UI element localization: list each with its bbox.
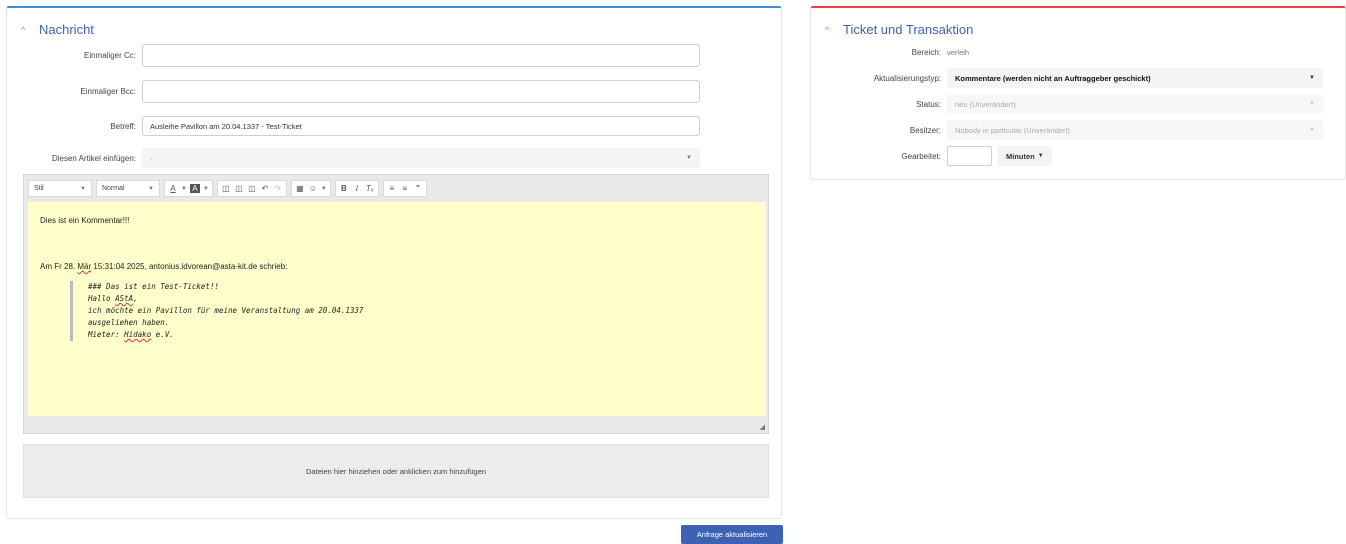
owner-label: Besitzer:: [909, 125, 941, 135]
bulleted-list-icon[interactable]: ≡: [400, 184, 410, 193]
format-combo[interactable]: Normal ▼: [96, 180, 160, 197]
remove-format-icon[interactable]: Tₓ: [365, 184, 375, 193]
time-unit-label: Minuten: [1006, 151, 1035, 161]
resize-handle-icon[interactable]: ◢: [760, 423, 765, 431]
editor-content[interactable]: Dies ist ein Kommentar!!! Am Fr 28. Mär …: [28, 202, 766, 416]
subject-row: Betreff: Ausleihe Pavillon am 20.04.1337…: [7, 116, 700, 136]
numbered-list-icon[interactable]: ≡: [387, 184, 397, 193]
bcc-input[interactable]: [142, 80, 700, 103]
chevron-down-icon: ▼: [686, 155, 692, 161]
style-combo-label: Stil: [34, 185, 44, 192]
message-panel-title: Nachricht: [39, 22, 94, 37]
update-type-value: Kommentare (werden nicht an Auftraggeber…: [955, 73, 1151, 83]
quoted-text: ### Das ist ein Test-Ticket!! Hallo AStA…: [70, 281, 754, 341]
ticket-panel-title: Ticket und Transaktion: [843, 22, 974, 37]
insert-article-label: Diesen Artikel einfügen:: [51, 153, 136, 163]
text-color-icon[interactable]: A: [168, 184, 178, 193]
insert-article-select[interactable]: - ▼: [142, 148, 700, 168]
bereich-value: verleih: [947, 48, 970, 57]
table-icon[interactable]: ▦: [295, 184, 305, 193]
subject-label: Betreff:: [110, 121, 136, 131]
chevron-down-icon: ▼: [80, 185, 86, 192]
owner-value: Nobody in particular (Unverändert): [955, 125, 1071, 135]
collapse-icon[interactable]: ^: [825, 25, 835, 35]
chevron-down-icon: ▼: [1309, 127, 1315, 133]
italic-icon[interactable]: I: [352, 184, 362, 193]
message-panel-header[interactable]: ^ Nachricht: [21, 22, 94, 37]
worked-label: Gearbeitet:: [901, 151, 941, 161]
blockquote-icon[interactable]: ”: [413, 184, 423, 193]
insert-article-row: Diesen Artikel einfügen: - ▼: [7, 148, 700, 168]
bereich-label: Bereich:: [911, 48, 941, 57]
update-request-button[interactable]: Anfrage aktualisieren: [681, 525, 783, 544]
insert-group: ▦ ☺ ▼: [290, 180, 331, 197]
rich-text-editor: Stil ▼ Normal ▼ A ▼ A ▼ ◫ ◫ ◫ ↶ ↷ ▦ ☺ ▼ …: [23, 174, 769, 434]
status-value: neu (Unverändert): [955, 99, 1016, 109]
chevron-down-icon[interactable]: ▼: [181, 186, 187, 192]
update-type-row: Aktualisierungstyp: Kommentare (werden n…: [811, 68, 1323, 88]
editor-toolbar: Stil ▼ Normal ▼ A ▼ A ▼ ◫ ◫ ◫ ↶ ↷ ▦ ☺ ▼ …: [24, 175, 768, 202]
paste-text-icon[interactable]: ◫: [234, 184, 244, 193]
quote-line: ich möchte ein Pavillon für meine Verans…: [88, 306, 364, 327]
chevron-down-icon: ▼: [148, 185, 154, 192]
update-type-select[interactable]: Kommentare (werden nicht an Auftraggeber…: [947, 68, 1323, 88]
subject-input[interactable]: Ausleihe Pavillon am 20.04.1337 - Test-T…: [142, 116, 700, 136]
collapse-icon[interactable]: ^: [21, 25, 31, 35]
format-combo-label: Normal: [102, 185, 125, 192]
comment-line: Dies ist ein Kommentar!!!: [40, 216, 130, 225]
worked-time-input[interactable]: [947, 146, 992, 166]
reply-header: Am Fr 28. Mär 15:31:04 2025, antonius.id…: [40, 262, 288, 271]
emoji-icon[interactable]: ☺: [308, 184, 318, 193]
owner-select[interactable]: Nobody in particular (Unverändert) ▼: [947, 120, 1323, 140]
clipboard-group: ◫ ◫ ◫ ↶ ↷: [216, 180, 287, 197]
quote-line: ### Das ist ein Test-Ticket!!: [88, 282, 219, 291]
list-group: ≡ ≡ ”: [382, 180, 427, 197]
cc-input[interactable]: [142, 44, 700, 67]
cc-label: Einmaliger Cc:: [83, 51, 136, 60]
chevron-down-icon: ▼: [1037, 153, 1044, 159]
quote-line: Hallo AStA,: [88, 294, 138, 303]
chevron-down-icon[interactable]: ▼: [321, 186, 327, 192]
basic-style-group: B I Tₓ: [334, 180, 379, 197]
insert-article-value: -: [150, 153, 153, 163]
ticket-panel: ^ Ticket und Transaktion Bereich: verlei…: [810, 6, 1346, 180]
owner-row: Besitzer: Nobody in particular (Unveränd…: [811, 120, 1323, 140]
message-panel: ^ Nachricht Einmaliger Cc: Einmaliger Bc…: [6, 6, 782, 519]
paste-icon[interactable]: ◫: [221, 184, 231, 193]
paste-word-icon[interactable]: ◫: [247, 184, 257, 193]
chevron-down-icon: ▼: [1309, 75, 1315, 81]
dropzone-text: Dateien hier hinziehen oder anklicken zu…: [305, 466, 487, 476]
background-color-icon[interactable]: A: [189, 184, 200, 193]
undo-icon[interactable]: ↶: [260, 184, 270, 193]
bold-icon[interactable]: B: [339, 184, 349, 193]
status-label: Status:: [916, 99, 941, 109]
style-combo[interactable]: Stil ▼: [28, 180, 92, 197]
color-group: A ▼ A ▼: [164, 180, 213, 197]
ticket-panel-header[interactable]: ^ Ticket und Transaktion: [825, 22, 973, 37]
status-select[interactable]: neu (Unverändert) ▼: [947, 94, 1323, 114]
quote-line: Mieter: Hidako e.V.: [88, 330, 174, 339]
bcc-row: Einmaliger Bcc:: [7, 80, 700, 103]
bcc-label: Einmaliger Bcc:: [80, 87, 136, 96]
file-dropzone[interactable]: Dateien hier hinziehen oder anklicken zu…: [23, 444, 769, 498]
update-type-label: Aktualisierungstyp:: [873, 73, 941, 83]
redo-icon[interactable]: ↷: [273, 184, 283, 193]
status-row: Status: neu (Unverändert) ▼: [811, 94, 1323, 114]
bereich-row: Bereich: verleih: [811, 48, 969, 57]
worked-row: Gearbeitet: Minuten ▼: [811, 146, 1052, 166]
chevron-down-icon[interactable]: ▼: [203, 186, 209, 192]
time-unit-dropdown[interactable]: Minuten ▼: [998, 146, 1052, 166]
chevron-down-icon: ▼: [1309, 101, 1315, 107]
cc-row: Einmaliger Cc:: [7, 44, 700, 67]
